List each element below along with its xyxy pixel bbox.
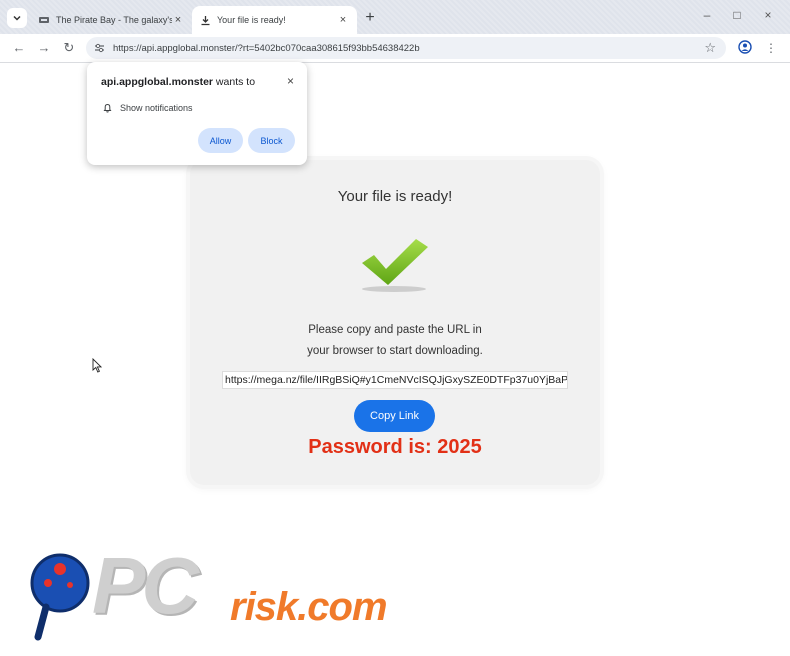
ship-icon [39, 17, 49, 23]
site-settings-icon[interactable] [94, 43, 105, 53]
watermark-brand: risk.com [230, 585, 388, 629]
allow-button[interactable]: Allow [198, 128, 243, 153]
new-tab-button[interactable]: + [362, 9, 378, 27]
popup-suffix: wants to [213, 76, 256, 88]
tab-your-file-is-ready[interactable]: Your file is ready! × [192, 6, 357, 34]
permission-row: Show notifications [103, 103, 193, 113]
tab-search-button[interactable] [7, 8, 27, 28]
popup-close-icon[interactable]: × [287, 74, 294, 88]
back-arrow-icon[interactable]: ← [10, 39, 28, 57]
reload-icon[interactable]: ↻ [60, 39, 78, 57]
tab-strip: The Pirate Bay - The galaxy's m × Your f… [0, 0, 790, 34]
bell-icon [103, 103, 112, 113]
close-tab-icon[interactable]: × [172, 14, 184, 26]
page-title: Your file is ready! [337, 188, 453, 205]
tab-title: The Pirate Bay - The galaxy's m [56, 15, 172, 25]
instruction-line-1: Please copy and paste the URL in [308, 324, 482, 336]
forward-arrow-icon[interactable]: → [35, 39, 53, 57]
maximize-icon[interactable]: □ [727, 8, 747, 22]
password-text: Password is: 2025 [308, 436, 482, 458]
window-close-icon[interactable]: × [758, 8, 778, 22]
mouse-cursor-icon [92, 358, 102, 373]
download-url-field[interactable]: https://mega.nz/file/IIRgBSiQ#y1CmeNVcIS… [222, 371, 568, 389]
tab-pirate-bay[interactable]: The Pirate Bay - The galaxy's m × [30, 6, 192, 34]
copy-link-button[interactable]: Copy Link [354, 400, 435, 432]
block-button[interactable]: Block [248, 128, 295, 153]
download-card: Your file is ready! Please copy and past… [190, 160, 600, 485]
download-icon [201, 15, 210, 25]
watermark-pc: PC [92, 541, 199, 630]
popup-heading: api.appglobal.monster wants to [101, 76, 255, 88]
permission-label: Show notifications [120, 103, 193, 113]
close-tab-icon[interactable]: × [337, 14, 349, 26]
tab-title: Your file is ready! [217, 15, 286, 25]
chevron-down-icon [13, 15, 21, 21]
bookmark-star-icon[interactable]: ☆ [704, 40, 716, 56]
checkmark-icon [362, 239, 428, 292]
instruction-text: Please copy and paste the URL in your br… [190, 320, 600, 362]
address-url[interactable]: https://api.appglobal.monster/?rt=5402bc… [113, 43, 420, 54]
menu-kebab-icon[interactable]: ⋮ [762, 39, 780, 57]
notification-permission-popup: api.appglobal.monster wants to × Show no… [87, 62, 307, 165]
profile-icon[interactable] [738, 40, 752, 54]
instruction-line-2: your browser to start downloading. [307, 345, 483, 357]
address-bar[interactable]: https://api.appglobal.monster/?rt=5402bc… [86, 37, 726, 59]
browser-toolbar: ← → ↻ https://api.appglobal.monster/?rt=… [0, 34, 790, 63]
minimize-icon[interactable]: – [697, 8, 717, 22]
popup-site: api.appglobal.monster [101, 76, 214, 88]
